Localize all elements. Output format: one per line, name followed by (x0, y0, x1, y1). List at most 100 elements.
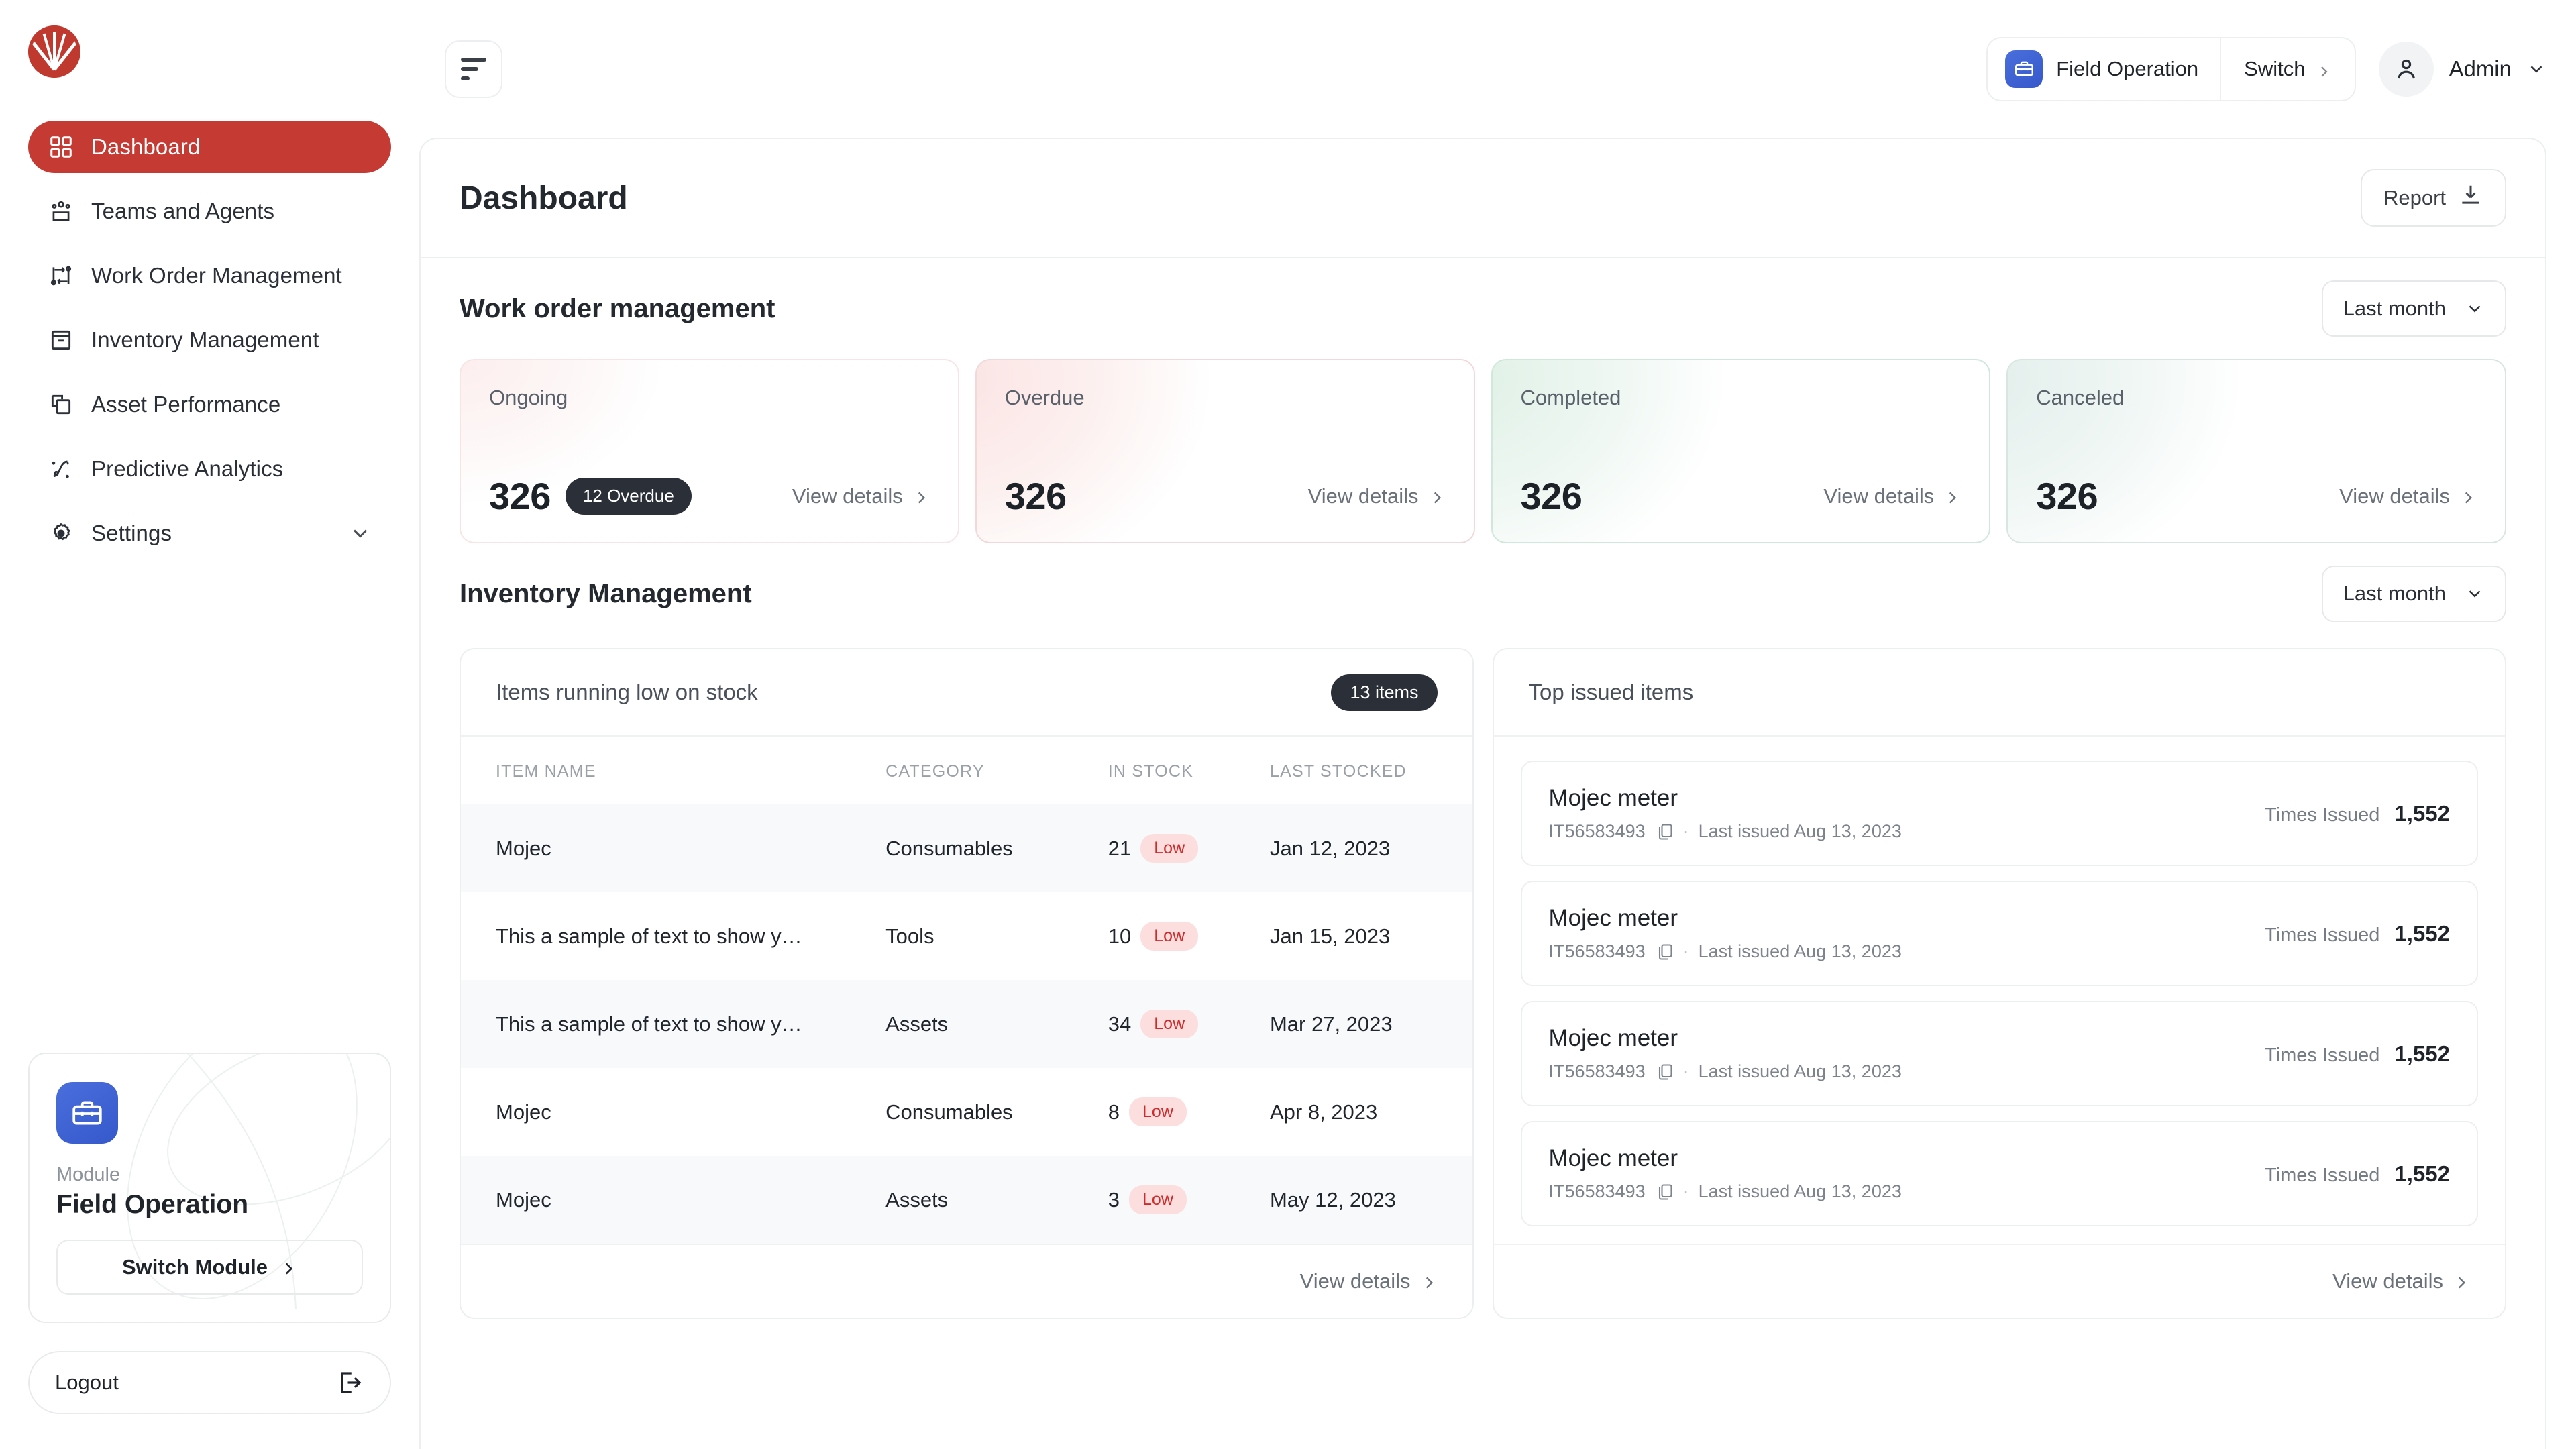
low-stock-panel-footer: View details (461, 1244, 1472, 1318)
view-details-link[interactable]: View details (2339, 484, 2477, 508)
copy-icon[interactable] (1655, 1063, 1674, 1081)
chevron-down-icon (2526, 59, 2546, 79)
sidebar-nav: Dashboard Teams and Agents Work Order Ma… (0, 101, 419, 559)
issued-item-last-issued: Last issued Aug 13, 2023 (1698, 1181, 1902, 1201)
topbar: Field Operation Switch Admin (419, 0, 2576, 138)
current-module[interactable]: Field Operation (1988, 38, 2220, 100)
sidebar-item-label: Predictive Analytics (91, 456, 284, 481)
stat-value: 326 (1520, 475, 1582, 517)
issued-item-last-issued: Last issued Aug 13, 2023 (1698, 1061, 1902, 1081)
stat-row: 326 12 Overdue View details (489, 474, 930, 518)
sidebar-item-teams-and-agents[interactable]: Teams and Agents (28, 185, 391, 237)
toolbox-icon (56, 1082, 118, 1144)
module-card-title: Field Operation (56, 1190, 249, 1219)
issued-item-name: Mojec meter (1548, 1025, 1678, 1051)
table-row[interactable]: Mojec Consumables 8 Low Apr 8, 2023 (461, 1068, 1472, 1156)
period-value: Last month (2343, 582, 2446, 605)
times-issued-label: Times Issued (2265, 1164, 2380, 1186)
work-order-period-select[interactable]: Last month (2321, 280, 2506, 337)
logout-label: Logout (55, 1371, 119, 1394)
list-item[interactable]: Mojec meter IT56583493 · Last issued Aug… (1520, 761, 2478, 866)
view-details-link[interactable]: View details (1823, 484, 1961, 508)
chevron-right-icon (2453, 1273, 2470, 1290)
stock-cell: 8 Low (1108, 1097, 1270, 1126)
list-item[interactable]: Mojec meter IT56583493 · Last issued Aug… (1520, 1001, 2478, 1106)
toolbox-icon (2005, 50, 2043, 88)
cell-category: Consumables (885, 804, 1108, 892)
issued-item-count: Times Issued 1,552 (2265, 1041, 2450, 1067)
panel-title: Items running low on stock (496, 680, 758, 704)
list-item[interactable]: Mojec meter IT56583493 · Last issued Aug… (1520, 881, 2478, 986)
switch-module-button[interactable]: Switch Module (56, 1240, 363, 1295)
stat-card-ongoing[interactable]: Ongoing 326 12 Overdue View details (460, 359, 959, 543)
sidebar-item-predictive-analytics[interactable]: Predictive Analytics (28, 443, 391, 495)
stat-value: 326 (2036, 475, 2098, 517)
module-card-label: Module (56, 1164, 121, 1185)
stock-qty: 10 (1108, 924, 1132, 948)
issued-item-last-issued: Last issued Aug 13, 2023 (1698, 941, 1902, 961)
issued-item-count: Times Issued 1,552 (2265, 921, 2450, 947)
table-row[interactable]: Mojec Assets 3 Low May 12, 2023 (461, 1156, 1472, 1244)
issued-item-count: Times Issued 1,552 (2265, 1161, 2450, 1187)
report-button[interactable]: Report (2360, 169, 2506, 227)
issued-item-code: IT56583493 (1548, 1181, 1646, 1201)
sidebar-item-settings[interactable]: Settings (28, 507, 391, 559)
switch-module-topbar-button[interactable]: Switch (2220, 38, 2355, 100)
table-row[interactable]: This a sample of text to show y… Tools 1… (461, 892, 1472, 980)
sidebar-item-label: Work Order Management (91, 263, 342, 288)
view-details-link[interactable]: View details (2332, 1269, 2470, 1293)
table-row[interactable]: This a sample of text to show y… Assets … (461, 980, 1472, 1068)
view-details-label: View details (2332, 1269, 2443, 1293)
user-menu[interactable]: Admin (2379, 41, 2546, 97)
chevron-right-icon (2316, 61, 2332, 77)
separator-dot: · (1682, 1181, 1689, 1201)
times-issued-value: 1,552 (2394, 1161, 2450, 1186)
dashboard-body: Work order management Last month Ongoing… (421, 258, 2545, 1449)
work-order-stat-grid: Ongoing 326 12 Overdue View details Over… (460, 359, 2506, 543)
company-logo[interactable] (28, 25, 80, 78)
logout-button[interactable]: Logout (28, 1351, 391, 1414)
stat-label: Ongoing (489, 386, 568, 409)
stat-card-completed[interactable]: Completed 326 View details (1491, 359, 1991, 543)
stat-card-canceled[interactable]: Canceled 326 View details (2006, 359, 2506, 543)
copy-icon[interactable] (1655, 822, 1674, 841)
times-issued-value: 1,552 (2394, 920, 2450, 946)
user-name: Admin (2449, 56, 2512, 81)
issued-item-code: IT56583493 (1548, 821, 1646, 841)
sidebar-item-label: Inventory Management (91, 327, 319, 352)
view-details-link[interactable]: View details (1308, 484, 1446, 508)
sidebar-item-asset-performance[interactable]: Asset Performance (28, 378, 391, 431)
copy-icon[interactable] (1655, 943, 1674, 961)
cell-category: Tools (885, 924, 934, 948)
inventory-period-select[interactable]: Last month (2321, 566, 2506, 622)
status-badge: Low (1129, 1097, 1187, 1126)
grid-icon (47, 133, 75, 161)
overdue-badge: 12 Overdue (565, 478, 692, 515)
sidebar-item-work-order-management[interactable]: Work Order Management (28, 250, 391, 302)
chevron-right-icon (280, 1258, 297, 1276)
cell-last-stocked: Jan 15, 2023 (1269, 924, 1391, 948)
issued-item-name: Mojec meter (1548, 905, 1678, 931)
sidebar-item-inventory-management[interactable]: Inventory Management (28, 314, 391, 366)
cell-in-stock: 21 Low (1108, 804, 1270, 892)
chevron-right-icon (912, 488, 930, 505)
view-details-link[interactable]: View details (792, 484, 930, 508)
low-stock-table: ITEM NAME CATEGORY IN STOCK LAST STOCKED… (461, 737, 1472, 1244)
cell-in-stock: 10 Low (1108, 892, 1270, 980)
stat-card-overdue[interactable]: Overdue 326 View details (975, 359, 1475, 543)
switch-module-label: Switch Module (122, 1255, 268, 1279)
issued-item-last-issued: Last issued Aug 13, 2023 (1698, 821, 1902, 841)
stock-qty: 8 (1108, 1099, 1120, 1124)
stock-qty: 34 (1108, 1012, 1132, 1036)
times-issued-label: Times Issued (2265, 804, 2380, 826)
copy-icon[interactable] (1655, 1183, 1674, 1201)
chevron-right-icon (2459, 488, 2477, 505)
list-item[interactable]: Mojec meter IT56583493 · Last issued Aug… (1520, 1121, 2478, 1226)
sidebar-item-dashboard[interactable]: Dashboard (28, 121, 391, 173)
issued-item-code: IT56583493 (1548, 1061, 1646, 1081)
collapse-sidebar-icon[interactable] (445, 40, 502, 98)
module-switcher: Field Operation Switch (1986, 36, 2357, 101)
cell-in-stock: 8 Low (1108, 1068, 1270, 1156)
view-details-link[interactable]: View details (1300, 1269, 1438, 1293)
table-row[interactable]: Mojec Consumables 21 Low Jan 12, 2023 (461, 804, 1472, 892)
